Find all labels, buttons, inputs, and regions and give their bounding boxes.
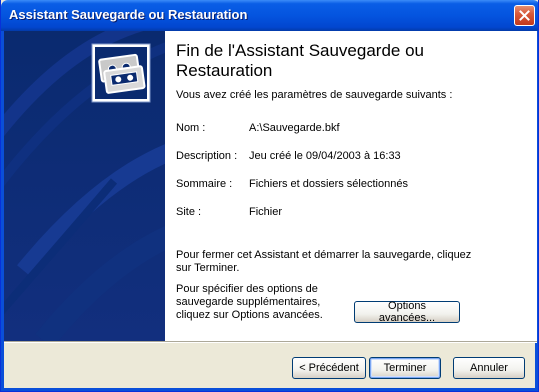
wizard-side-panel — [4, 31, 165, 341]
wizard-heading: Fin de l'Assistant Sauvegarde ou Restaur… — [176, 41, 425, 80]
window-frame-bottom — [1, 388, 538, 391]
finish-button[interactable]: Terminer — [369, 357, 441, 379]
name-label: Nom : — [176, 122, 206, 134]
advanced-options-button[interactable]: Options avancées... — [354, 300, 460, 324]
site-label: Site : — [176, 206, 202, 218]
summary-value: Fichiers et dossiers sélectionnés — [249, 178, 408, 190]
intro-text: Vous avez créé les paramètres de sauvega… — [176, 89, 453, 101]
close-button[interactable] — [514, 5, 535, 26]
button-area-separator — [4, 341, 537, 343]
back-button[interactable]: < Précédent — [292, 357, 366, 379]
summary-label: Sommaire : — [176, 178, 233, 190]
backup-tapes-icon — [91, 43, 151, 103]
description-value: Jeu créé le 09/04/2003 à 16:33 — [249, 150, 401, 162]
name-value: A:\Sauvegarde.bkf — [249, 122, 340, 134]
options-instructions: Pour spécifier des options de sauvegarde… — [176, 283, 323, 321]
close-instructions: Pour fermer cet Assistant et démarrer la… — [176, 249, 472, 274]
window-title: Assistant Sauvegarde ou Restauration — [9, 7, 248, 22]
close-icon — [519, 10, 530, 21]
site-value: Fichier — [249, 206, 283, 218]
title-bar[interactable]: Assistant Sauvegarde ou Restauration — [1, 0, 538, 31]
description-label: Description : — [176, 150, 238, 162]
wizard-content-panel: Fin de l'Assistant Sauvegarde ou Restaur… — [165, 31, 537, 341]
cancel-button[interactable]: Annuler — [453, 357, 525, 379]
wizard-window: Assistant Sauvegarde ou Restauration Fin… — [0, 0, 539, 392]
